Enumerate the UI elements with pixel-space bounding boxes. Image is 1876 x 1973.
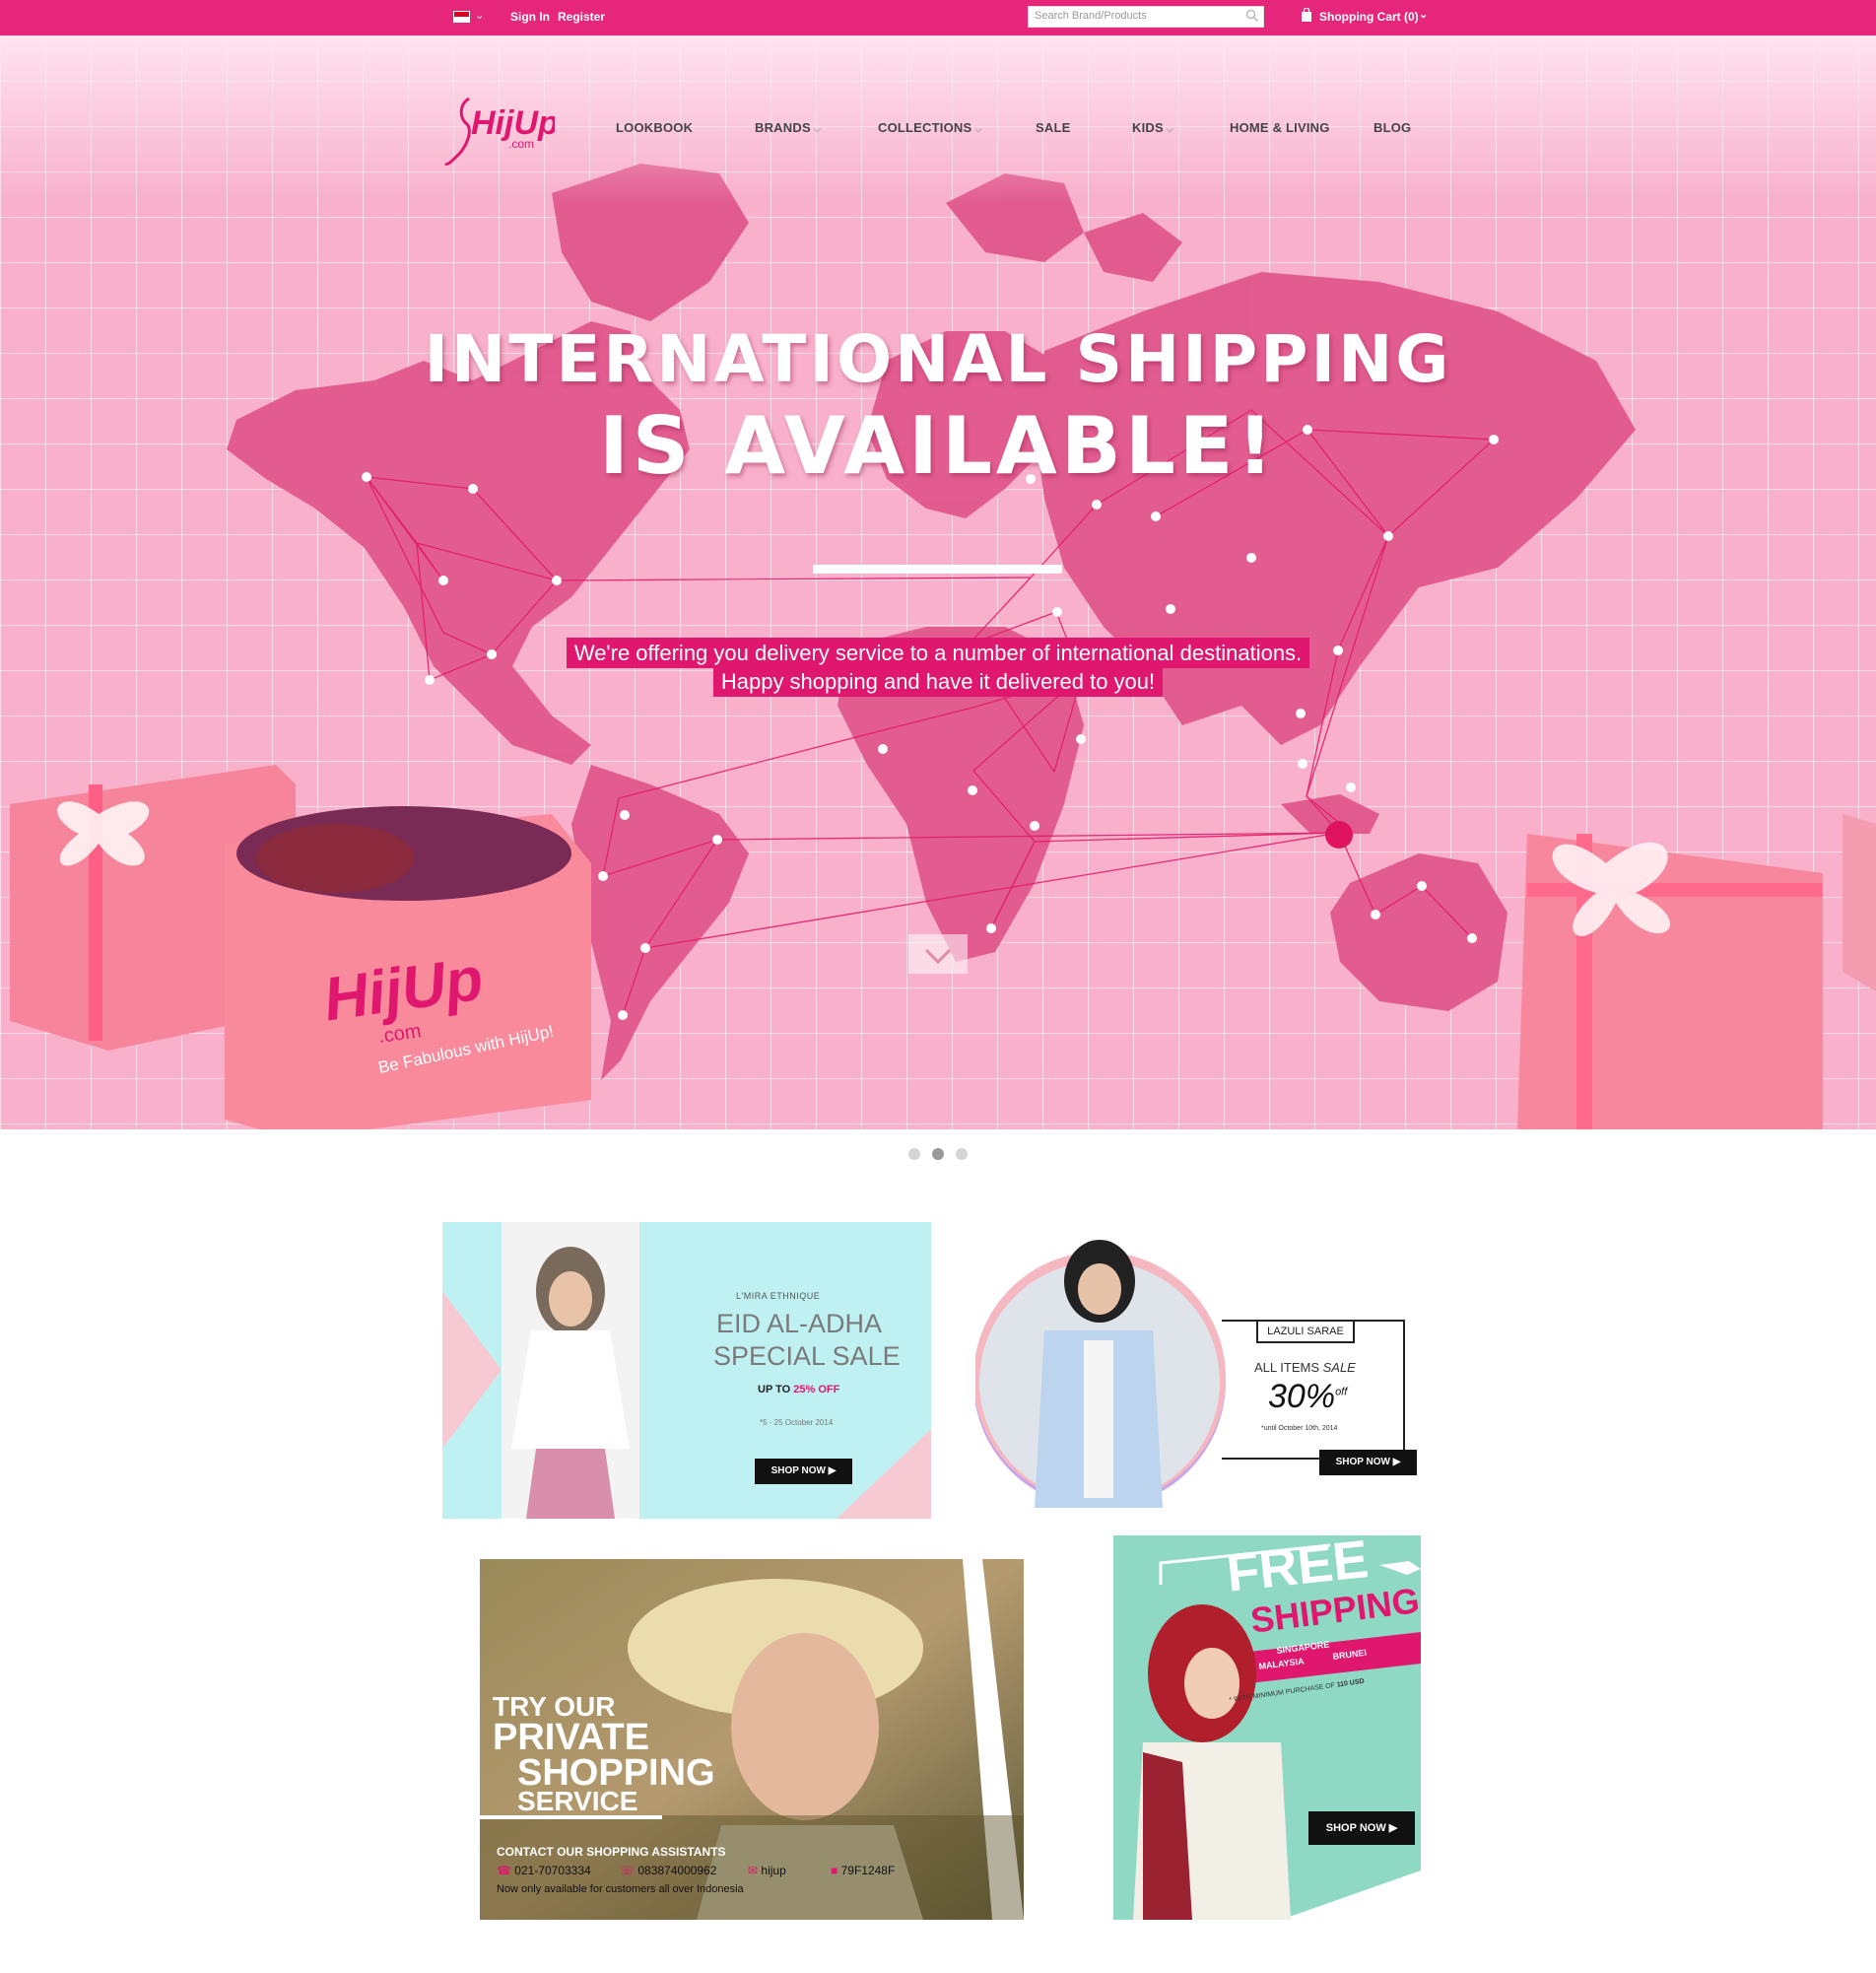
search-input[interactable]: Search Brand/Products [1028, 6, 1264, 28]
hero-subtitle-line1: We're offering you delivery service to a… [0, 638, 1876, 668]
eid-shop-now-button[interactable]: SHOP NOW ▶ [755, 1459, 852, 1484]
indonesia-flag-icon[interactable] [453, 11, 470, 23]
phone-icon: ☎ [497, 1864, 511, 1877]
shopping-cart-link[interactable]: Shopping Cart (0) [1319, 10, 1419, 24]
hero-title-line2: IS AVAILABLE! [599, 400, 1277, 492]
chevron-down-icon: ⌵ [813, 124, 821, 134]
line-chat-icon: ✉ [748, 1864, 759, 1877]
private-bbm: ■ 79F1248F [831, 1864, 896, 1877]
private-whatsapp: ☏ 083874000962 [620, 1864, 717, 1877]
lazuli-shop-now-button[interactable]: SHOP NOW ▶ [1319, 1450, 1417, 1475]
scroll-down-button[interactable] [908, 934, 968, 974]
nav-brands[interactable]: BRANDS ⌵ [755, 120, 821, 135]
sign-in-link[interactable]: Sign In [510, 10, 550, 24]
hero-divider [813, 565, 1062, 574]
nav-kids[interactable]: KIDS ⌵ [1132, 120, 1173, 135]
hero-top-fade [0, 35, 1876, 203]
hero-title-line1: INTERNATIONAL SHIPPING [424, 321, 1452, 397]
lazuli-until: *until October 10th, 2014 [1261, 1425, 1338, 1432]
carousel-dot-2[interactable] [932, 1148, 944, 1160]
free-shipping-banner[interactable]: FREE SHIPPING SINGAPORE MALAYSIA BRUNEI … [1113, 1535, 1421, 1920]
private-contact-title: CONTACT OUR SHOPPING ASSISTANTS [497, 1845, 726, 1859]
hero-slider: HijUp .com LOOKBOOK BRANDS ⌵ COLLECTIONS ⌵… [0, 35, 1876, 1129]
carousel-dot-1[interactable] [908, 1148, 920, 1160]
eid-sale-banner[interactable]: L'MIRA ETHNIQUE EID AL-ADHA SPECIAL SALE… [442, 1222, 931, 1519]
chevron-down-icon: ⌵ [1166, 124, 1173, 134]
private-line4: SERVICE [517, 1786, 638, 1816]
eid-title-line1: EID AL-ADHA [716, 1309, 883, 1338]
lazuli-all-items: ALL ITEMS SALE [1254, 1360, 1356, 1375]
nav-sale[interactable]: SALE [1036, 120, 1070, 135]
register-link[interactable]: Register [558, 10, 605, 24]
lazuli-percent: 30%off [1268, 1378, 1348, 1415]
nav-blog[interactable]: BLOG [1374, 120, 1411, 135]
logo-domain-text: .com [508, 137, 534, 151]
eid-brand: L'MIRA ETHNIQUE [736, 1291, 821, 1301]
nav-collections[interactable]: COLLECTIONS ⌵ [878, 120, 981, 135]
top-bar: ⌄ Sign In Register Search Brand/Products… [0, 0, 1876, 35]
bbm-icon: ■ [831, 1864, 838, 1877]
whatsapp-icon: ☏ [620, 1864, 636, 1877]
lazuli-brand: LAZULI SARAE [1256, 1320, 1355, 1343]
cart-chevron-icon[interactable]: ⌄ [1419, 8, 1428, 21]
private-shopping-banner[interactable]: TRY OUR PRIVATE SHOPPING SERVICE CONTACT… [480, 1559, 1024, 1920]
shipping-shop-now-button[interactable]: SHOP NOW ▶ [1308, 1811, 1415, 1845]
hijup-logo[interactable]: HijUp .com [441, 91, 555, 170]
lazuli-sarae-banner[interactable]: LAZULI SARAE ALL ITEMS SALE 30%off *unti… [975, 1222, 1419, 1518]
hero-subtitle-line2: Happy shopping and have it delivered to … [0, 666, 1876, 697]
search-icon[interactable] [1245, 9, 1259, 23]
carousel-dot-3[interactable] [956, 1148, 968, 1160]
gift-box-illustration-left: HijUp .com Be Fabulous with HijUp! [10, 765, 591, 1129]
nav-home-living[interactable]: HOME & LIVING [1230, 120, 1330, 135]
eid-dates: *5 - 25 October 2014 [760, 1418, 834, 1427]
chevron-down-icon: ⌵ [974, 124, 982, 134]
private-phone: ☎ 021-70703334 [497, 1864, 591, 1877]
shopping-bag-icon[interactable] [1301, 8, 1312, 23]
eid-title-line2: SPECIAL SALE [713, 1341, 901, 1371]
private-line-id: ✉ hijup [748, 1864, 786, 1877]
eid-discount: UP TO 25% OFF [758, 1384, 840, 1395]
gift-box-illustration-right [1517, 814, 1876, 1129]
nav-lookbook[interactable]: LOOKBOOK [616, 120, 693, 135]
chevron-down-icon[interactable]: ⌄ [475, 9, 484, 22]
chevron-down-icon [924, 948, 952, 965]
private-note: Now only available for customers all ove… [497, 1883, 744, 1895]
